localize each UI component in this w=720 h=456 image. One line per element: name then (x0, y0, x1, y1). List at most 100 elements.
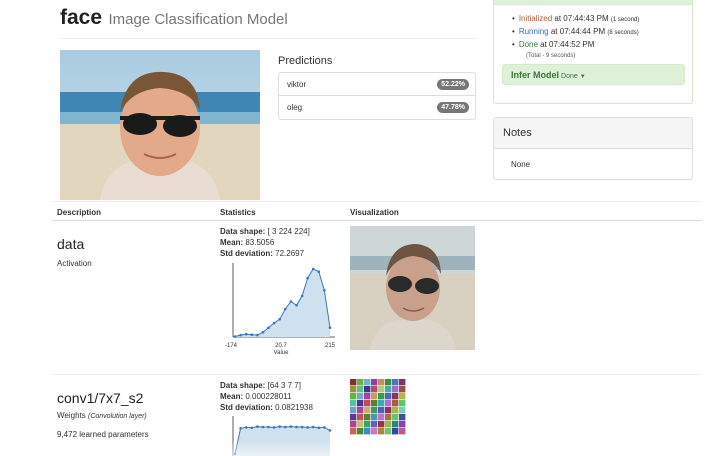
filter-kernel (364, 393, 371, 400)
histogram-point (250, 333, 254, 336)
histogram-point (306, 426, 309, 429)
filter-kernel (364, 421, 371, 428)
filter-kernel (392, 393, 399, 400)
layer-type: Weights (Convolution layer) (57, 411, 147, 420)
histogram-point (278, 425, 281, 428)
histogram-point (323, 426, 326, 429)
histogram-point (284, 425, 287, 429)
filter-kernel (371, 393, 378, 400)
stat-data-shape: Data shape: [ 3 224 224] (220, 227, 310, 236)
filter-kernel (357, 386, 364, 393)
filter-kernel (385, 414, 392, 421)
infer-model-label: Infer Model (511, 70, 560, 80)
filter-kernel (385, 400, 392, 407)
stat-value: 72.2697 (275, 249, 305, 258)
histogram-chart (232, 416, 332, 456)
filter-kernel (357, 393, 364, 400)
histogram-point (244, 426, 248, 429)
histogram-point (256, 425, 259, 428)
filter-kernel (385, 379, 392, 386)
filter-kernel (364, 428, 371, 435)
row-divider (52, 374, 702, 375)
filter-kernel (399, 393, 406, 400)
stat-value: [64 3 7 7] (267, 381, 301, 390)
histogram-chart: -174 20.7 215 Value (225, 263, 336, 356)
histogram-point (272, 426, 276, 429)
filter-kernel (371, 428, 378, 435)
layer-type: Activation (57, 259, 92, 268)
filter-kernel (350, 379, 357, 386)
layer-type-detail: (Convolution layer) (88, 413, 147, 420)
filter-kernel (357, 400, 364, 407)
prediction-item: oleg 47.78% (279, 96, 475, 119)
status-state: Done (518, 40, 538, 49)
filter-kernel (392, 400, 399, 407)
status-time: at 07:44:44 PM (548, 27, 606, 36)
filter-kernel (357, 428, 364, 435)
histogram-tick-label: 20.7 (275, 343, 287, 349)
bullet-icon: • (512, 40, 515, 49)
filter-kernel (357, 379, 364, 386)
histogram-point (239, 333, 242, 337)
histogram-point (311, 267, 315, 271)
stat-std: Std deviation: 72.2697 (220, 249, 304, 258)
histogram-point (278, 318, 281, 321)
stat-data-shape: Data shape: [64 3 7 7] (220, 381, 301, 390)
filter-kernel (357, 421, 364, 428)
layer-name: conv1/7x7_s2 (57, 390, 144, 406)
notes-text: None (511, 160, 531, 169)
filter-kernel (378, 414, 385, 421)
filter-kernel (392, 386, 399, 393)
column-visualization: Visualization (350, 208, 399, 217)
filter-kernel (378, 393, 385, 400)
histogram-point (317, 426, 321, 430)
prediction-label: oleg (287, 103, 303, 112)
filter-kernel (357, 414, 364, 421)
status-item-done: • Done at 07:44:52 PM (512, 39, 692, 50)
input-image-photo (60, 50, 260, 200)
histogram-point (239, 427, 242, 430)
status-list: • Initialized at 07:44:43 PM (1 second) •… (512, 13, 692, 50)
status-total: (Total - 9 seconds) (526, 53, 576, 59)
filter-kernel (392, 407, 399, 414)
stat-mean: Mean: 83.5056 (220, 238, 274, 247)
filter-kernel (399, 379, 406, 386)
prediction-badge: 47.78% (437, 102, 469, 113)
filter-kernel (378, 386, 385, 393)
layer-type-label: Weights (57, 411, 86, 420)
histogram-point (284, 307, 287, 311)
filter-kernel (371, 414, 378, 421)
filter-kernel (392, 421, 399, 428)
status-duration: (8 seconds) (607, 30, 639, 36)
filter-kernel (350, 414, 357, 421)
filter-kernel (399, 421, 406, 428)
histogram-point (267, 425, 270, 429)
stat-value: 83.5056 (245, 238, 275, 247)
predictions-list: viktor 52.22% oleg 47.78% (278, 72, 476, 120)
filter-kernel (385, 428, 392, 435)
histogram-x-label: Value (274, 350, 290, 356)
page-title: face Image Classification Model (60, 6, 288, 30)
histogram-point (256, 333, 259, 337)
filter-kernel (385, 386, 392, 393)
histogram-point (317, 270, 321, 273)
stat-label: Mean: (220, 392, 244, 401)
histogram-point (289, 425, 293, 428)
infer-model-button[interactable]: Infer Model Done ▼ (502, 64, 685, 85)
histogram-area (235, 268, 330, 337)
filter-kernel (392, 379, 399, 386)
model-type: Image Classification Model (108, 11, 288, 28)
stat-value: [ 3 224 224] (267, 227, 310, 236)
column-statistics: Statistics (220, 208, 256, 217)
stat-label: Std deviation: (220, 249, 273, 258)
filter-kernel (350, 428, 357, 435)
status-duration: (1 second) (610, 17, 640, 23)
filter-kernel (378, 379, 385, 386)
filter-kernel (371, 407, 378, 414)
prediction-item: viktor 52.22% (279, 73, 475, 96)
notes-heading: Notes (494, 118, 692, 149)
histogram-point (328, 326, 332, 329)
activation-image (350, 226, 475, 350)
stat-mean: Mean: 0.000228011 (220, 392, 291, 401)
model-name: face (60, 6, 103, 29)
